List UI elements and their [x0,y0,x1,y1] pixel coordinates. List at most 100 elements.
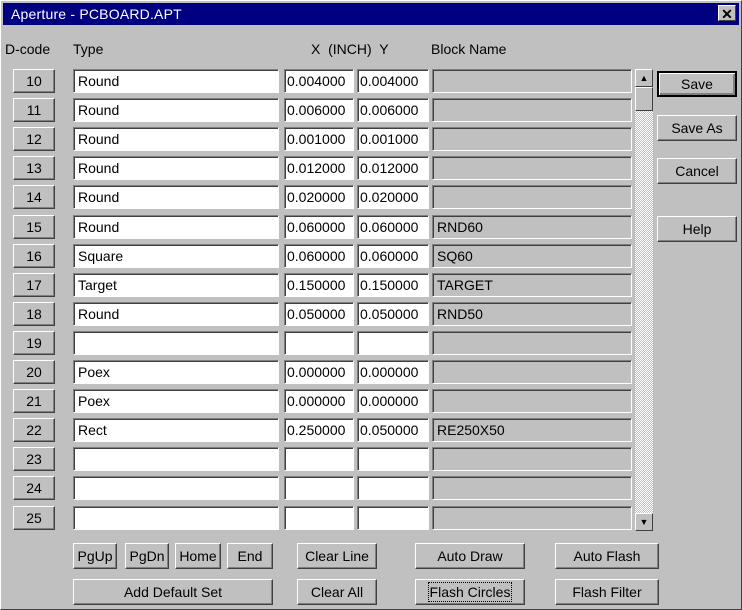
y-field[interactable]: 0.004000 [357,69,429,93]
x-field[interactable]: 0.150000 [284,273,354,297]
x-field[interactable]: 0.060000 [284,215,354,239]
add-default-set-button[interactable]: Add Default Set [73,579,273,605]
type-field[interactable] [73,506,279,530]
type-field[interactable]: Poex [73,389,279,413]
dcode-button[interactable]: 20 [13,360,55,384]
x-field[interactable]: 0.250000 [284,418,354,442]
scroll-down-arrow-icon[interactable]: ▼ [635,513,653,531]
x-field[interactable]: 0.001000 [284,127,354,151]
x-field[interactable]: 0.050000 [284,302,354,326]
type-field[interactable]: Round [73,302,279,326]
scroll-up-arrow-icon[interactable]: ▲ [635,69,653,87]
dcode-button[interactable]: 10 [13,69,55,93]
x-field[interactable]: 0.060000 [284,244,354,268]
cancel-button[interactable]: Cancel [657,158,737,184]
x-field[interactable] [284,331,354,355]
block-name-field[interactable] [432,98,632,122]
type-field[interactable] [73,331,279,355]
save-button[interactable]: Save [657,71,737,97]
type-field[interactable]: Target [73,273,279,297]
vertical-scrollbar[interactable]: ▲ ▼ [635,69,653,531]
save-as-button[interactable]: Save As [657,115,737,141]
y-field[interactable]: 0.001000 [357,127,429,151]
dcode-button[interactable]: 22 [13,418,55,442]
x-field[interactable]: 0.020000 [284,185,354,209]
dcode-button[interactable]: 25 [13,506,55,530]
dcode-button[interactable]: 16 [13,244,55,268]
block-name-field[interactable] [432,69,632,93]
flash-circles-button[interactable]: Flash Circles [415,579,525,605]
dcode-button[interactable]: 19 [13,331,55,355]
clear-line-button[interactable]: Clear Line [297,543,377,569]
type-field[interactable]: Round [73,98,279,122]
block-name-field[interactable]: RND50 [432,302,632,326]
y-field[interactable]: 0.006000 [357,98,429,122]
y-field[interactable] [357,506,429,530]
y-field[interactable] [357,447,429,471]
end-button[interactable]: End [227,543,273,569]
block-name-field[interactable]: RND60 [432,215,632,239]
y-field[interactable]: 0.060000 [357,244,429,268]
dcode-button[interactable]: 14 [13,185,55,209]
type-field[interactable]: Square [73,244,279,268]
x-field[interactable]: 0.006000 [284,98,354,122]
dcode-button[interactable]: 17 [13,273,55,297]
y-field[interactable]: 0.012000 [357,156,429,180]
x-field[interactable]: 0.004000 [284,69,354,93]
clear-all-button[interactable]: Clear All [297,579,377,605]
block-name-field[interactable] [432,156,632,180]
type-field[interactable]: Round [73,127,279,151]
y-field[interactable]: 0.050000 [357,418,429,442]
type-field[interactable]: Poex [73,360,279,384]
scroll-thumb[interactable] [635,87,653,111]
block-name-field[interactable] [432,185,632,209]
y-field[interactable]: 0.150000 [357,273,429,297]
dcode-button[interactable]: 18 [13,302,55,326]
x-field[interactable]: 0.000000 [284,389,354,413]
home-button[interactable]: Home [175,543,221,569]
block-name-field[interactable] [432,127,632,151]
block-name-field[interactable] [432,331,632,355]
block-name-field[interactable] [432,476,632,500]
block-name-field[interactable]: SQ60 [432,244,632,268]
flash-filter-button[interactable]: Flash Filter [555,579,659,605]
auto-flash-button[interactable]: Auto Flash [555,543,659,569]
block-name-field[interactable] [432,389,632,413]
block-name-field[interactable]: RE250X50 [432,418,632,442]
x-field[interactable] [284,447,354,471]
help-button[interactable]: Help [657,216,737,242]
y-field[interactable]: 0.000000 [357,389,429,413]
type-field[interactable]: Round [73,69,279,93]
x-field[interactable] [284,476,354,500]
y-field[interactable] [357,476,429,500]
type-field[interactable] [73,476,279,500]
type-field[interactable]: Round [73,156,279,180]
block-name-field[interactable] [432,360,632,384]
block-name-field[interactable] [432,447,632,471]
auto-draw-button[interactable]: Auto Draw [415,543,525,569]
close-icon[interactable]: ✕ [718,5,736,22]
block-name-field[interactable] [432,506,632,530]
type-field[interactable]: Rect [73,418,279,442]
dcode-button[interactable]: 24 [13,476,55,500]
x-field[interactable]: 0.000000 [284,360,354,384]
y-field[interactable]: 0.000000 [357,360,429,384]
x-field[interactable]: 0.012000 [284,156,354,180]
y-field[interactable] [357,331,429,355]
dcode-button[interactable]: 12 [13,127,55,151]
pgup-button[interactable]: PgUp [73,543,117,569]
block-name-field[interactable]: TARGET [432,273,632,297]
dcode-button[interactable]: 15 [13,215,55,239]
type-field[interactable]: Round [73,185,279,209]
type-field[interactable]: Round [73,215,279,239]
y-field[interactable]: 0.020000 [357,185,429,209]
dcode-button[interactable]: 11 [13,98,55,122]
dcode-button[interactable]: 21 [13,389,55,413]
dcode-button[interactable]: 23 [13,447,55,471]
dcode-button[interactable]: 13 [13,156,55,180]
pgdn-button[interactable]: PgDn [125,543,169,569]
type-field[interactable] [73,447,279,471]
y-field[interactable]: 0.060000 [357,215,429,239]
y-field[interactable]: 0.050000 [357,302,429,326]
x-field[interactable] [284,506,354,530]
